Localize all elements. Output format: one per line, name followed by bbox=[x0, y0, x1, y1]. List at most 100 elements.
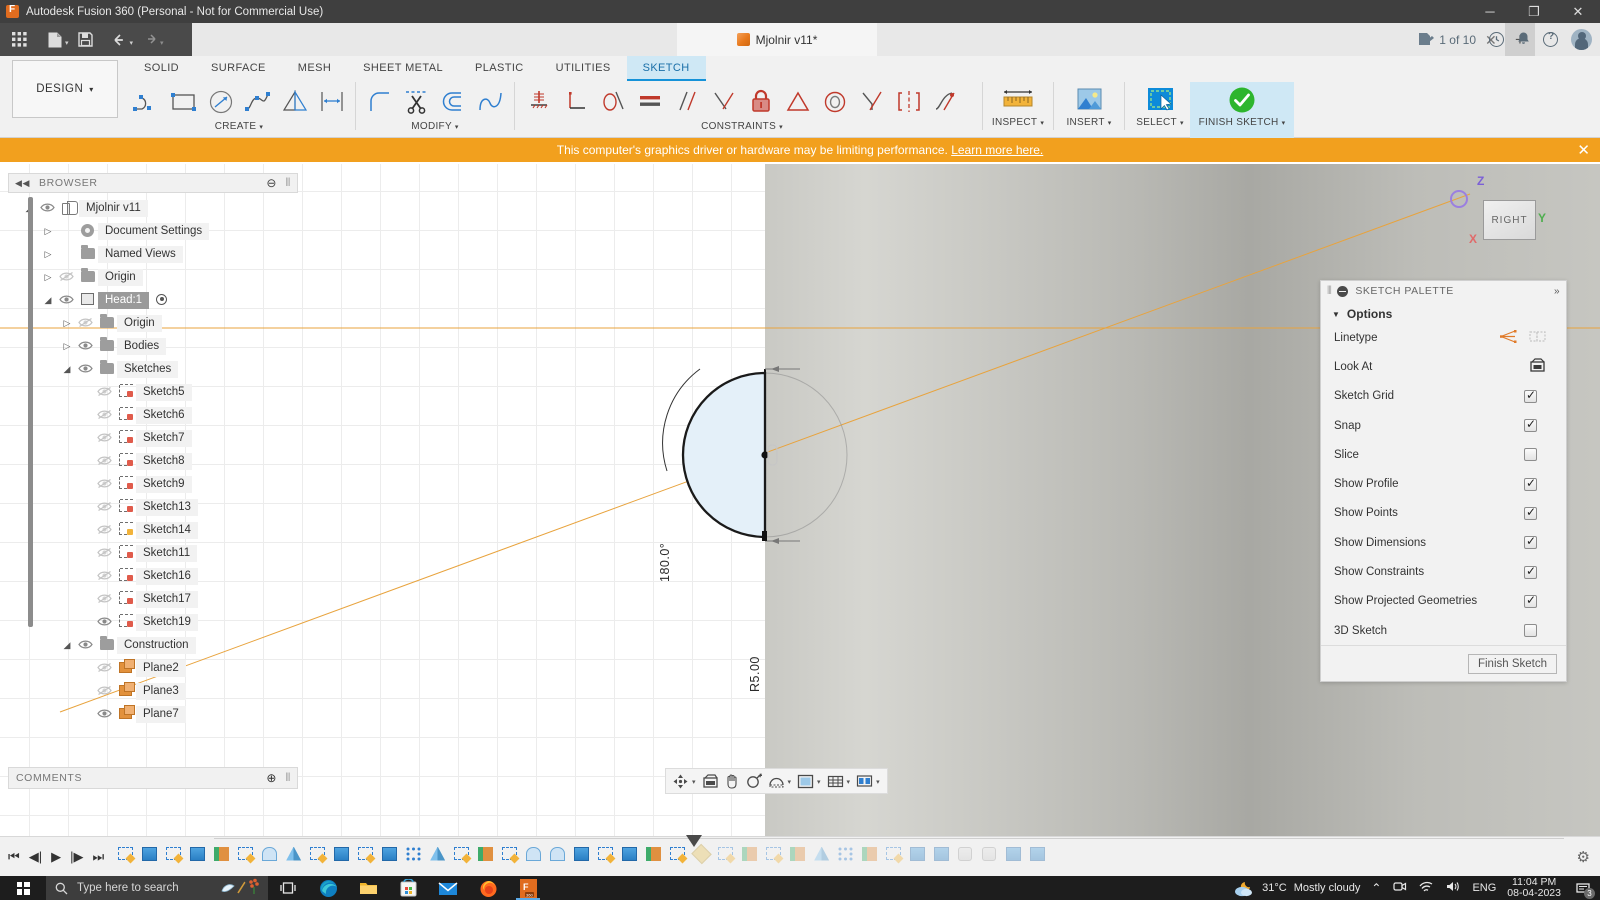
workspace-switcher[interactable]: DESIGN ▾ bbox=[12, 60, 118, 118]
windows-start-icon[interactable] bbox=[0, 876, 46, 900]
notification-center-icon[interactable]: 3 bbox=[1572, 876, 1595, 900]
grid-menu-icon[interactable] bbox=[6, 27, 32, 53]
trim-scissors-icon[interactable] bbox=[398, 83, 435, 121]
constraints-group-label[interactable]: CONSTRAINTS ▾ bbox=[701, 121, 783, 132]
bell-icon[interactable] bbox=[1517, 31, 1530, 49]
job-status[interactable]: 1 of 10 bbox=[1418, 32, 1476, 47]
palette-row-show-dimensions[interactable]: Show Dimensions bbox=[1321, 528, 1566, 557]
tab-sketch[interactable]: SKETCH bbox=[626, 56, 706, 81]
tree-item-sketches[interactable]: Sketches bbox=[8, 358, 298, 381]
visibility-eye-icon[interactable] bbox=[93, 593, 115, 607]
tree-item-plane7[interactable]: Plane7 bbox=[8, 703, 298, 726]
checkbox-sketch-grid[interactable] bbox=[1524, 388, 1537, 403]
activate-component-icon[interactable] bbox=[156, 293, 168, 308]
viewports-icon[interactable] bbox=[854, 770, 875, 792]
timeline-feature-sketch-feature[interactable] bbox=[118, 846, 138, 867]
timeline-feature-revolve-feature[interactable] bbox=[262, 846, 282, 867]
skip-last-icon[interactable]: ⏭ bbox=[92, 849, 104, 865]
task-view-icon[interactable] bbox=[268, 876, 308, 900]
tab-sheet-metal[interactable]: SHEET METAL bbox=[347, 56, 459, 81]
step-forward-icon[interactable]: |▶ bbox=[70, 849, 83, 865]
mirror-icon[interactable] bbox=[276, 83, 313, 121]
tree-item-sketch7[interactable]: Sketch7 bbox=[8, 427, 298, 450]
weather-widget[interactable]: 31°C Mostly cloudy bbox=[1233, 880, 1360, 897]
gear-icon[interactable]: ⚙ bbox=[1577, 848, 1590, 866]
palette-row-linetype[interactable]: Linetype bbox=[1321, 323, 1566, 352]
timeline-feature-extrude-feature[interactable] bbox=[622, 846, 642, 867]
search-input[interactable]: Type here to search bbox=[77, 882, 179, 894]
look-at-icon[interactable] bbox=[700, 770, 721, 792]
minimize-circle-icon[interactable] bbox=[1337, 285, 1349, 297]
timeline-feature-loft-feature[interactable] bbox=[982, 846, 1002, 867]
tree-item-document-settings[interactable]: Document Settings bbox=[8, 220, 298, 243]
timeline-feature-revolve-feature[interactable] bbox=[550, 846, 570, 867]
collapse-arrow-icon[interactable] bbox=[60, 341, 74, 352]
wifi-icon[interactable] bbox=[1418, 880, 1434, 896]
insert-button[interactable]: INSERT ▾ bbox=[1059, 82, 1119, 138]
checkbox-show-constraints[interactable] bbox=[1524, 564, 1537, 579]
tree-item-mjolnir-v11[interactable]: Mjolnir v11 bbox=[8, 197, 298, 220]
palette-row-show-projected-geometries[interactable]: Show Projected Geometries bbox=[1321, 587, 1566, 616]
grid-snaps-caret[interactable]: ▾ bbox=[847, 778, 851, 786]
visibility-eye-icon[interactable] bbox=[55, 271, 77, 285]
timeline-feature-mirror-feature[interactable] bbox=[286, 846, 306, 867]
timeline-feature-sketch-feature[interactable] bbox=[718, 846, 738, 867]
fix-lock-icon[interactable] bbox=[742, 83, 779, 121]
timeline-feature-pattern-feature[interactable] bbox=[406, 847, 426, 867]
tree-item-sketch9[interactable]: Sketch9 bbox=[8, 473, 298, 496]
document-tab[interactable]: Mjolnir v11* bbox=[677, 23, 877, 56]
look-at-icon[interactable] bbox=[1529, 358, 1546, 376]
coincident-icon[interactable] bbox=[853, 83, 890, 121]
expand-arrow-icon[interactable] bbox=[60, 364, 74, 375]
expand-arrow-icon[interactable] bbox=[60, 640, 74, 651]
display-settings-caret[interactable]: ▾ bbox=[817, 778, 821, 786]
tree-item-sketch6[interactable]: Sketch6 bbox=[8, 404, 298, 427]
timeline-feature-extrude-join-feature[interactable] bbox=[862, 846, 882, 867]
display-settings-icon[interactable] bbox=[795, 770, 816, 792]
banner-close-icon[interactable]: ✕ bbox=[1577, 141, 1590, 159]
timeline-feature-extrude-feature[interactable] bbox=[934, 846, 954, 867]
tangent-icon[interactable] bbox=[594, 83, 631, 121]
timeline-feature-sketch-feature[interactable] bbox=[358, 846, 378, 867]
view-cube[interactable]: Z X Y RIGHT bbox=[1469, 174, 1546, 246]
visibility-eye-icon[interactable] bbox=[93, 570, 115, 584]
palette-row-show-constraints[interactable]: Show Constraints bbox=[1321, 557, 1566, 586]
horizontal-vertical-icon[interactable] bbox=[520, 83, 557, 121]
collinear-icon[interactable] bbox=[705, 83, 742, 121]
tree-item-origin[interactable]: Origin bbox=[8, 266, 298, 289]
finish-sketch-palette-button[interactable]: Finish Sketch bbox=[1467, 653, 1557, 674]
tab-utilities[interactable]: UTILITIES bbox=[540, 56, 627, 81]
tree-item-sketch19[interactable]: Sketch19 bbox=[8, 611, 298, 634]
midpoint-icon[interactable] bbox=[779, 83, 816, 121]
timeline-feature-revolve-feature[interactable] bbox=[526, 846, 546, 867]
visibility-eye-icon[interactable] bbox=[93, 685, 115, 699]
close-button[interactable]: ✕ bbox=[1556, 0, 1600, 23]
tree-item-construction[interactable]: Construction bbox=[8, 634, 298, 657]
save-icon[interactable] bbox=[73, 27, 99, 53]
timeline-feature-extrude-feature[interactable] bbox=[1006, 846, 1026, 867]
tree-item-origin[interactable]: Origin bbox=[8, 312, 298, 335]
palette-row-look-at[interactable]: Look At bbox=[1321, 352, 1566, 381]
orbit-caret[interactable]: ▾ bbox=[692, 778, 696, 786]
tab-solid[interactable]: SOLID bbox=[128, 56, 195, 81]
grip-icon[interactable]: ⦀ bbox=[286, 772, 291, 785]
visibility-eye-icon[interactable] bbox=[93, 478, 115, 492]
zoom-window-icon[interactable] bbox=[766, 770, 787, 792]
fusion360-icon[interactable]: F 360 bbox=[508, 876, 548, 900]
help-icon[interactable]: ? bbox=[1543, 31, 1558, 47]
visibility-eye-icon[interactable] bbox=[55, 294, 77, 308]
spline-icon[interactable] bbox=[239, 83, 276, 121]
radius-dimension-text[interactable]: R5.00 bbox=[748, 656, 762, 692]
grip-icon[interactable]: ⦀ bbox=[1327, 285, 1332, 298]
recent-clock-icon[interactable] bbox=[1489, 32, 1504, 47]
create-group-label[interactable]: CREATE ▾ bbox=[215, 121, 263, 132]
visibility-eye-icon[interactable] bbox=[93, 708, 115, 722]
timeline-feature-extrude-join-feature[interactable] bbox=[214, 846, 234, 867]
language-indicator[interactable]: ENG bbox=[1472, 882, 1496, 894]
visibility-eye-icon[interactable] bbox=[93, 455, 115, 469]
visibility-eye-icon[interactable] bbox=[93, 524, 115, 538]
offset-icon[interactable] bbox=[435, 83, 472, 121]
line-icon[interactable] bbox=[128, 83, 165, 121]
tree-item-sketch5[interactable]: Sketch5 bbox=[8, 381, 298, 404]
palette-row-3d-sketch[interactable]: 3D Sketch bbox=[1321, 616, 1566, 645]
